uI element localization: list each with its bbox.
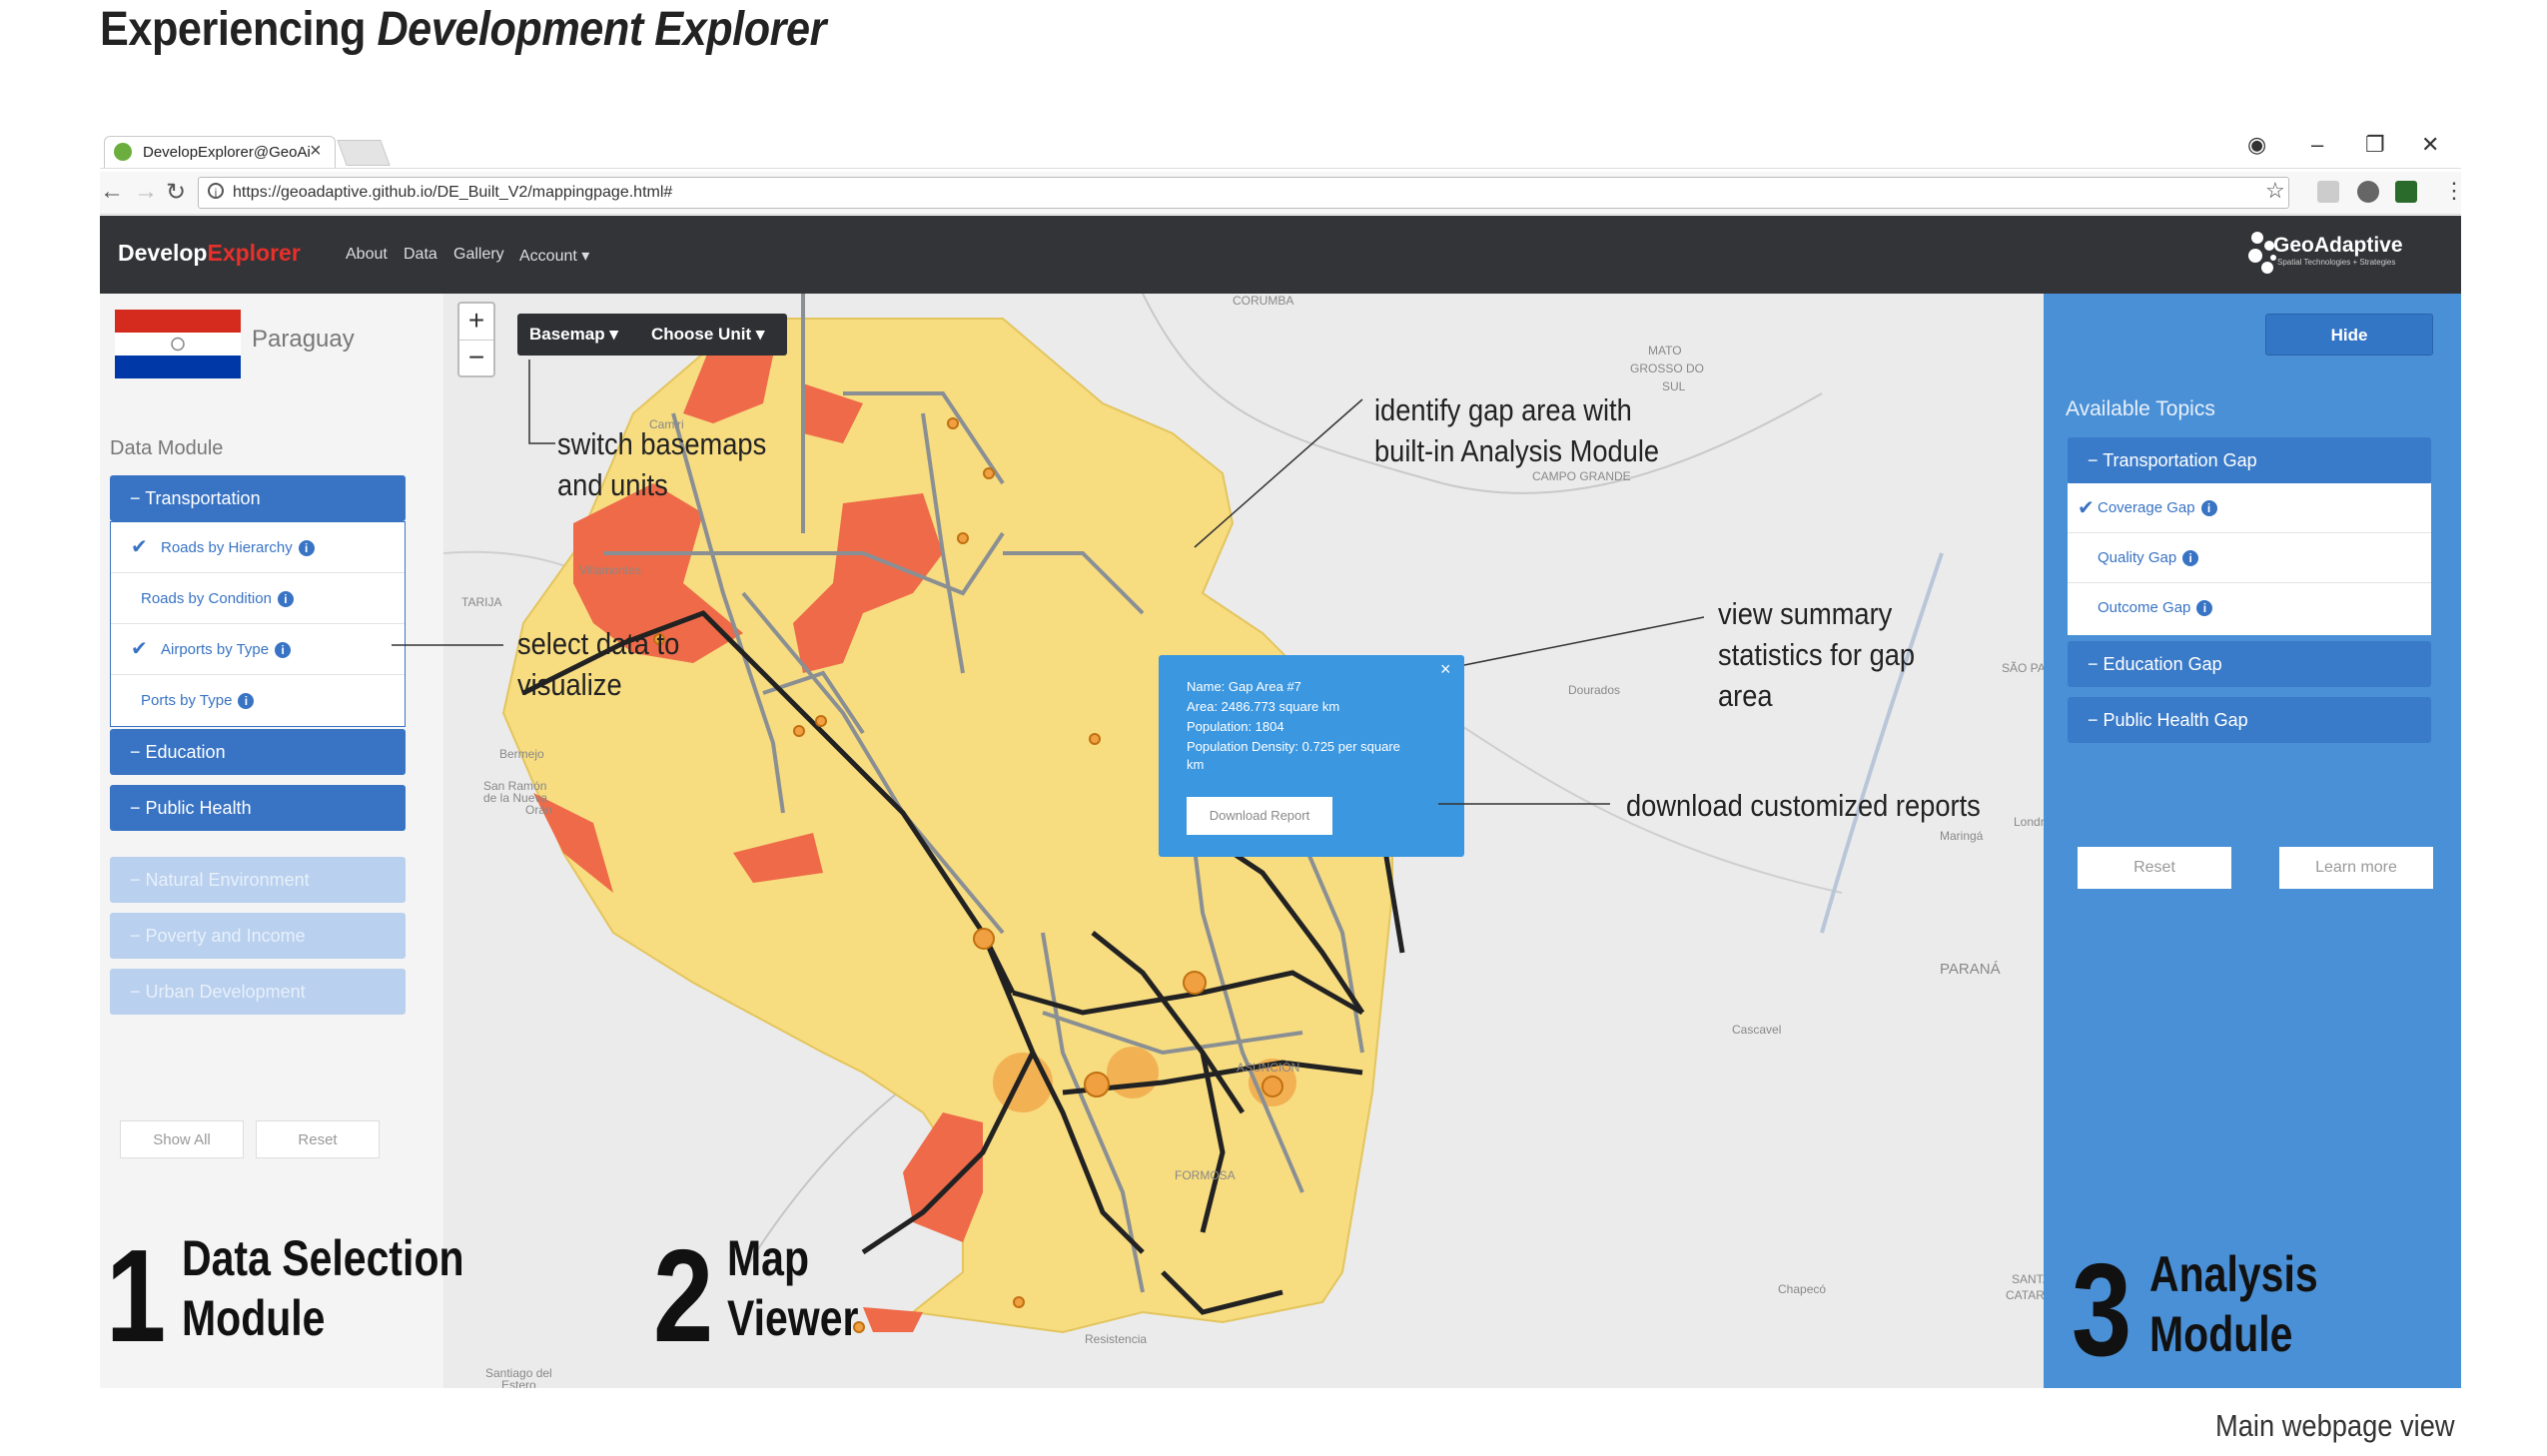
annotation-summary: view summary statistics for gap area: [1718, 596, 1916, 713]
annotation-basemap: switch basemaps and units: [557, 426, 767, 502]
section-number-3: 3: [2072, 1236, 2132, 1383]
section-label-3: Analysis Module: [2149, 1246, 2318, 1362]
section-number-1: 1: [106, 1222, 167, 1369]
annotation-download: download customized reports: [1626, 788, 1981, 823]
figure-caption: Main webpage view: [2215, 1408, 2455, 1443]
annotation-select-data: select data to visualize: [517, 626, 680, 702]
section-label-1: Data Selection Module: [182, 1230, 464, 1346]
annotation-identify-gap: identify gap area with built-in Analysis …: [1374, 392, 1660, 468]
section-label-2: Map Viewer: [727, 1230, 859, 1346]
section-number-2: 2: [653, 1222, 714, 1369]
